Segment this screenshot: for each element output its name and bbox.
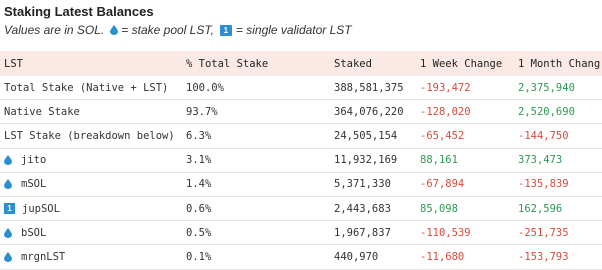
cell-week-change: 85,098	[420, 202, 458, 215]
table-row: mrgnLST 0.1% 440,970 -11,680 -153,793	[0, 245, 602, 270]
lst-name: LST Stake (breakdown below)	[4, 129, 175, 142]
table-header: LST % Total Stake Staked 1 Week Change 1…	[0, 51, 602, 76]
cell-week-change: -67,894	[420, 178, 465, 191]
cell-month-change: 373,473	[518, 154, 563, 167]
cell-staked: 5,371,330	[334, 178, 391, 191]
cell-lst: mrgnLST	[0, 251, 186, 263]
cell-week-change: -193,472	[420, 81, 471, 94]
cell-month-change: -135,839	[518, 178, 569, 191]
water-drop-icon	[4, 155, 12, 166]
cell-month-change: 2,520,690	[518, 105, 575, 118]
cell-lst: bSOL	[0, 227, 186, 239]
cell-lst: 1 jupSOL	[0, 203, 186, 215]
cell-pct-total: 0.6%	[186, 202, 212, 215]
table-row: 1 jupSOL 0.6% 2,443,683 85,098 162,596	[0, 197, 602, 222]
lst-name: Native Stake	[4, 105, 80, 118]
cell-month-change: 162,596	[518, 202, 563, 215]
table-row: bSOL 0.5% 1,967,837 -110,539 -251,735	[0, 221, 602, 246]
cell-month-change: -144,750	[518, 129, 569, 142]
balances-table: LST % Total Stake Staked 1 Week Change 1…	[0, 51, 602, 270]
single-validator-badge-icon: 1	[219, 24, 232, 36]
cell-staked: 2,443,683	[334, 202, 391, 215]
subtitle-single-text: = single validator LST	[235, 23, 352, 37]
cell-month-change: -153,793	[518, 250, 569, 263]
lst-name: jito	[21, 154, 47, 167]
single-validator-badge-icon: 1	[4, 203, 15, 215]
cell-month-change: 2,375,940	[518, 81, 575, 94]
cell-pct-total: 0.1%	[186, 250, 212, 263]
table-row: Native Stake 93.7% 364,076,220 -128,020 2,52…	[0, 100, 602, 125]
cell-pct-total: 6.3%	[186, 129, 212, 142]
table-row: Total Stake (Native + LST) 100.0% 388,581,…	[0, 76, 602, 101]
table-row: jito 3.1% 11,932,169 88,161 373,473	[0, 149, 602, 173]
column-header-month-change[interactable]: 1 Month Chang	[518, 58, 602, 70]
cell-staked: 24,505,154	[334, 129, 398, 142]
cell-pct-total: 0.5%	[186, 226, 212, 239]
table-row: mSOL 1.4% 5,371,330 -67,894 -135,839	[0, 173, 602, 197]
cell-staked: 1,967,837	[334, 226, 391, 239]
cell-week-change: -65,452	[420, 129, 465, 142]
cell-pct-total: 93.7%	[186, 105, 218, 118]
cell-lst: Total Stake (Native + LST)	[0, 82, 186, 94]
lst-name: jupSOL	[22, 202, 60, 215]
cell-staked: 11,932,169	[334, 154, 398, 167]
lst-name: mSOL	[21, 178, 47, 191]
cell-lst: LST Stake (breakdown below)	[0, 130, 186, 142]
table-row: LST Stake (breakdown below) 6.3% 24,505,15…	[0, 124, 602, 149]
cell-staked: 440,970	[334, 250, 379, 263]
cell-month-change: -251,735	[518, 226, 569, 239]
water-drop-icon	[4, 227, 12, 238]
subtitle-pool-text: = stake pool LST,	[121, 23, 214, 37]
column-header-pct-total[interactable]: % Total Stake	[186, 58, 334, 70]
cell-lst: mSOL	[0, 178, 186, 190]
cell-lst: Native Stake	[0, 106, 186, 118]
cell-pct-total: 3.1%	[186, 154, 212, 167]
water-drop-icon	[4, 251, 12, 262]
water-drop-icon	[4, 179, 12, 190]
cell-pct-total: 1.4%	[186, 178, 212, 191]
cell-week-change: -128,020	[420, 105, 471, 118]
cell-week-change: -110,539	[420, 226, 471, 239]
lst-name: mrgnLST	[21, 250, 66, 263]
water-drop-icon	[110, 25, 119, 35]
column-header-lst[interactable]: LST	[0, 58, 186, 70]
subtitle: Values are in SOL. = stake pool LST, 1 =…	[4, 23, 352, 37]
lst-name: Total Stake (Native + LST)	[4, 81, 169, 94]
cell-pct-total: 100.0%	[186, 81, 224, 94]
page-title: Staking Latest Balances	[4, 4, 154, 19]
cell-week-change: -11,680	[420, 250, 465, 263]
cell-staked: 364,076,220	[334, 105, 404, 118]
cell-lst: jito	[0, 154, 186, 166]
column-header-staked[interactable]: Staked	[334, 58, 420, 70]
subtitle-prefix: Values are in SOL.	[4, 23, 105, 37]
cell-week-change: 88,161	[420, 154, 458, 167]
lst-name: bSOL	[21, 226, 47, 239]
column-header-week-change[interactable]: 1 Week Change	[420, 58, 518, 70]
cell-staked: 388,581,375	[334, 81, 404, 94]
